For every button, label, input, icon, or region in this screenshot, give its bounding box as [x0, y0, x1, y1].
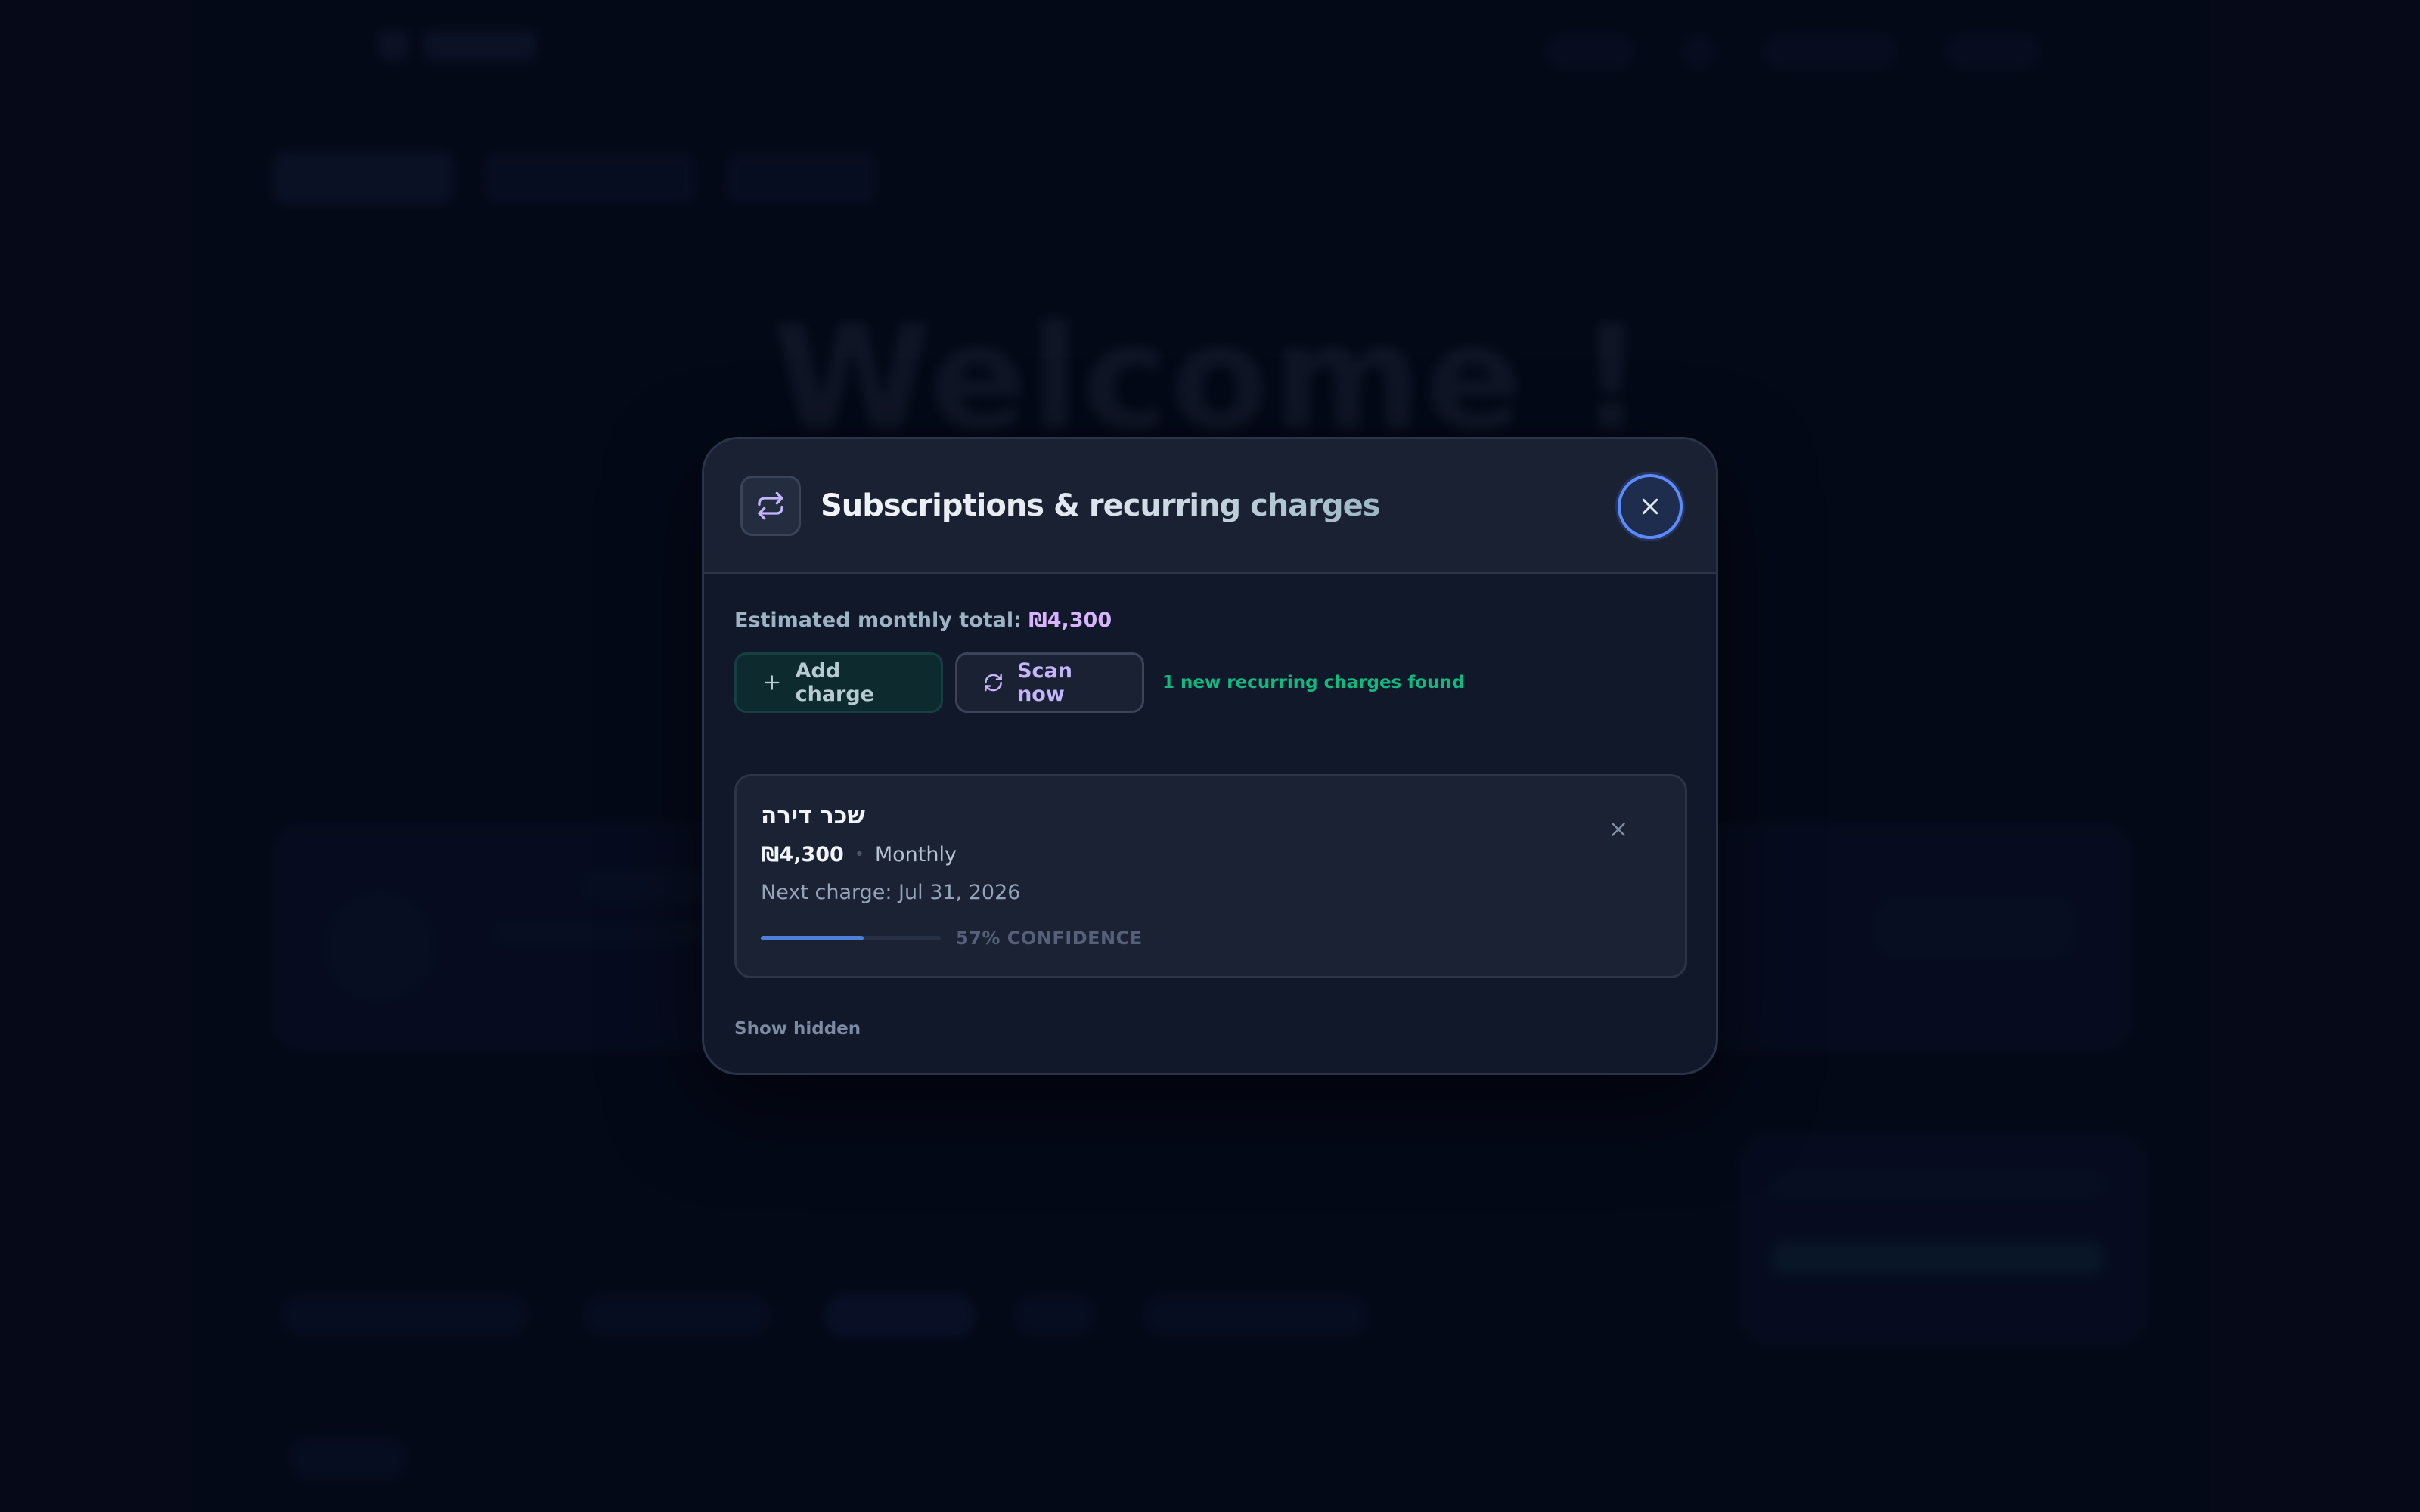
scan-result-note: 1 new recurring charges found	[1162, 673, 1465, 692]
scan-now-button[interactable]: Scan now	[955, 652, 1144, 713]
subscriptions-modal: Subscriptions & recurring charges Estima…	[702, 437, 1718, 1075]
scan-now-label: Scan now	[1017, 659, 1072, 706]
charge-frequency: Monthly	[874, 843, 957, 866]
close-icon	[1642, 498, 1658, 515]
action-bar: Add charge Scan now 1 new recurring char…	[734, 652, 1464, 713]
monthly-total-value: ₪4,300	[1028, 609, 1112, 632]
modal-header: Subscriptions & recurring charges	[704, 439, 1716, 574]
charge-name: שכר דירה	[761, 802, 865, 829]
confidence-row: 57% CONFIDENCE	[761, 925, 1143, 952]
charge-amount: ₪4,300	[761, 843, 844, 866]
modal-title: Subscriptions & recurring charges	[821, 483, 1381, 528]
show-hidden-link[interactable]: Show hidden	[734, 1015, 861, 1043]
confidence-bar	[761, 936, 941, 940]
close-icon	[1612, 823, 1625, 836]
charge-meta: ₪4,300 • Monthly	[761, 840, 957, 870]
plus-icon	[765, 675, 780, 690]
confidence-label: 57% CONFIDENCE	[956, 928, 1143, 949]
next-charge-date: Next charge: Jul 31, 2026	[761, 881, 1021, 904]
add-charge-label: Add charge	[795, 659, 874, 706]
add-charge-button[interactable]: Add charge	[734, 652, 943, 713]
close-button[interactable]	[1618, 474, 1683, 539]
monthly-total-label: Estimated monthly total:	[734, 609, 1022, 632]
charge-card: שכר דירה ₪4,300 • Monthly Next charge: J…	[734, 774, 1687, 978]
dismiss-charge-button[interactable]	[1602, 813, 1635, 846]
repeat-icon	[740, 476, 801, 536]
monthly-total: Estimated monthly total: ₪4,300	[734, 606, 1112, 636]
refresh-icon	[985, 674, 1002, 692]
meta-separator: •	[854, 845, 864, 864]
confidence-bar-fill	[761, 936, 864, 940]
